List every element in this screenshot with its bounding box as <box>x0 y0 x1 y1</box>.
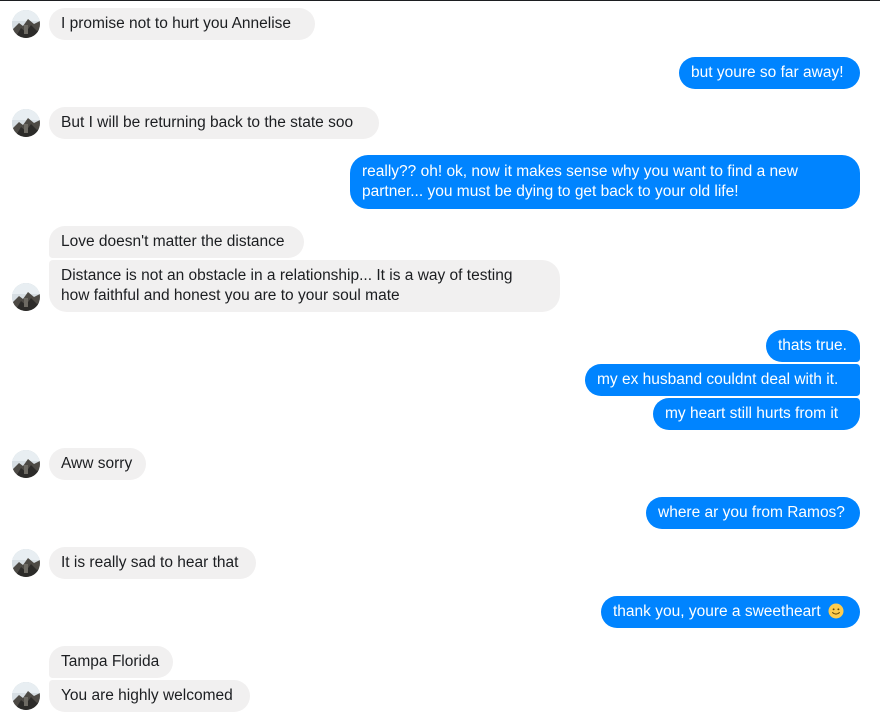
message-text: But I will be returning back to the stat… <box>61 114 354 131</box>
message-text: thats true. <box>778 337 847 354</box>
incoming-message: Aww sorry <box>49 448 146 480</box>
message-text: my ex husband couldnt deal with it. <box>597 371 839 388</box>
message-thread: I promise not to hurt you Annelise but y… <box>0 1 880 716</box>
message-text-line: really?? oh! ok, now it makes sense why … <box>362 163 798 180</box>
message-text: where ar you from Ramos? <box>658 504 845 521</box>
incoming-message: Love doesn't matter the distance <box>49 226 304 258</box>
contact-avatar[interactable] <box>12 450 40 478</box>
outgoing-message: thats true. <box>766 330 860 362</box>
outgoing-message: my heart still hurts from it <box>653 398 860 430</box>
contact-avatar[interactable] <box>12 549 40 577</box>
slightly-smiling-face-icon <box>828 603 844 619</box>
outgoing-message: thank you, youre a sweetheart <box>601 596 860 628</box>
avatar-photo <box>12 109 40 137</box>
message-text: Tampa Florida <box>61 653 160 670</box>
incoming-message: You are highly welcomed <box>49 680 250 712</box>
incoming-message: Tampa Florida <box>49 646 173 678</box>
avatar-photo <box>12 549 40 577</box>
message-text-line: partner... you must be dying to get back… <box>362 183 739 200</box>
message-text: Aww sorry <box>61 455 133 472</box>
avatar-photo <box>12 10 40 38</box>
message-text: Love doesn't matter the distance <box>61 233 285 250</box>
message-text: It is really sad to hear that <box>61 554 239 571</box>
message-text: I promise not to hurt you Annelise <box>61 15 292 32</box>
message-text: my heart still hurts from it <box>665 405 839 422</box>
contact-avatar[interactable] <box>12 283 40 311</box>
incoming-message: It is really sad to hear that <box>49 547 256 579</box>
outgoing-message: but youre so far away! <box>679 57 860 89</box>
outgoing-message: really?? oh! ok, now it makes sense why … <box>350 155 860 209</box>
message-text-line: how faithful and honest you are to your … <box>61 287 400 304</box>
incoming-message: But I will be returning back to the stat… <box>49 107 379 139</box>
contact-avatar[interactable] <box>12 109 40 137</box>
avatar-photo <box>12 283 40 311</box>
incoming-message: I promise not to hurt you Annelise <box>49 8 315 40</box>
incoming-message: Distance is not an obstacle in a relatio… <box>49 260 560 312</box>
message-text: but youre so far away! <box>691 64 844 81</box>
avatar-photo <box>12 682 40 710</box>
outgoing-message: where ar you from Ramos? <box>646 497 860 529</box>
avatar-photo <box>12 450 40 478</box>
message-text-line: Distance is not an obstacle in a relatio… <box>61 267 513 284</box>
message-text: You are highly welcomed <box>61 687 233 704</box>
contact-avatar[interactable] <box>12 682 40 710</box>
outgoing-message: my ex husband couldnt deal with it. <box>585 364 860 396</box>
message-text: thank you, youre a sweetheart <box>613 603 821 620</box>
contact-avatar[interactable] <box>12 10 40 38</box>
